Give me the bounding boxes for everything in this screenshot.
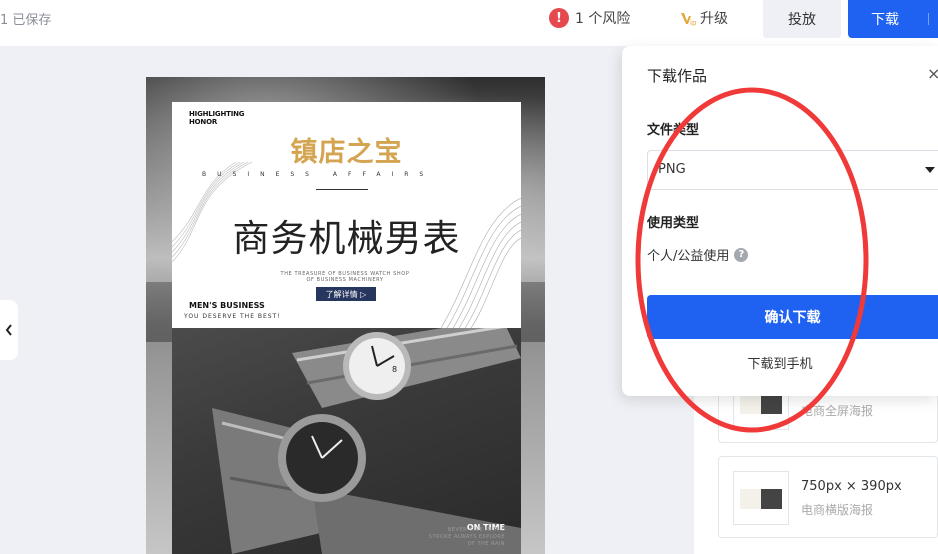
template-item[interactable]: 750px × 390px 电商横版海报	[718, 456, 938, 538]
spaced-subtitle: BUSINESS AFFAIRS	[202, 171, 435, 178]
gold-title: 镇店之宝	[290, 137, 403, 168]
on-time-subtext: NEVER GIVE IN THE STROKE ALWAYS EXPLORE …	[428, 527, 505, 547]
help-icon[interactable]: ?	[734, 247, 749, 262]
honor-text: HIGHLIGHTING HONOR	[189, 110, 245, 126]
caret-down-icon	[925, 167, 935, 173]
chevron-left-icon	[5, 324, 12, 336]
svg-text:ip: ip	[690, 19, 696, 26]
download-label: 下载	[871, 12, 899, 28]
deserve-text: YOU DESERVE THE BEST!	[184, 313, 281, 320]
poster-canvas[interactable]: HIGHLIGHTING HONOR 镇店之宝 BUSINESS AFFAIRS…	[146, 77, 545, 554]
risk-label: 1 个风险	[575, 11, 631, 27]
confirm-download-button[interactable]: 确认下载	[647, 295, 938, 339]
close-icon[interactable]: ×	[927, 64, 938, 83]
save-status: 1 已保存	[0, 13, 52, 28]
chevron-down-icon[interactable]	[928, 13, 938, 25]
watches-image: 8	[212, 318, 521, 554]
template-type: 电商全屏海报	[801, 404, 874, 418]
upgrade-label: 升级	[700, 11, 728, 27]
svg-text:8: 8	[392, 365, 397, 374]
vip-icon: ip	[681, 13, 696, 26]
warning-icon: !	[549, 8, 569, 28]
fine-print: THE TREASURE OF BUSINESS WATCH SHOP OF B…	[280, 271, 410, 283]
top-toolbar: 1 已保存 ! 1 个风险 ip 升级 投放 下载	[0, 0, 938, 46]
divider	[316, 189, 368, 190]
file-type-label: 文件类型	[647, 123, 700, 138]
template-thumbnail	[733, 471, 789, 525]
watch-photo[interactable]: 8 ON TIME NEVER GIVE IN THE STROKE ALWAY…	[172, 318, 521, 554]
download-to-phone-link[interactable]: 下载到手机	[622, 353, 938, 372]
learn-more-button[interactable]: 了解详情 ▷	[316, 287, 376, 301]
usage-type-value: 个人/公益使用 ?	[647, 245, 749, 264]
collapse-panel-button[interactable]	[0, 300, 18, 360]
file-type-select[interactable]: PNG	[647, 150, 938, 190]
template-size: 750px × 390px	[801, 479, 902, 494]
usage-type-label: 使用类型	[647, 216, 700, 231]
download-button[interactable]: 下载	[848, 0, 938, 38]
upgrade-button[interactable]: ip 升级	[680, 8, 728, 28]
popover-title: 下载作品	[647, 67, 708, 85]
template-type: 电商横版海报	[801, 503, 874, 517]
download-popover: 下载作品 × 文件类型 PNG 使用类型 个人/公益使用 ? 确认下载 下载到手…	[622, 46, 938, 396]
main-title: 商务机械男表	[232, 217, 461, 260]
poster-text-card[interactable]: HIGHLIGHTING HONOR 镇店之宝 BUSINESS AFFAIRS…	[172, 102, 521, 328]
publish-button[interactable]: 投放	[763, 0, 841, 38]
mens-business-text: MEN'S BUSINESS	[189, 301, 265, 310]
file-type-value: PNG	[658, 162, 686, 177]
usage-text: 个人/公益使用	[647, 249, 730, 264]
risk-indicator[interactable]: ! 1 个风险	[549, 8, 630, 28]
